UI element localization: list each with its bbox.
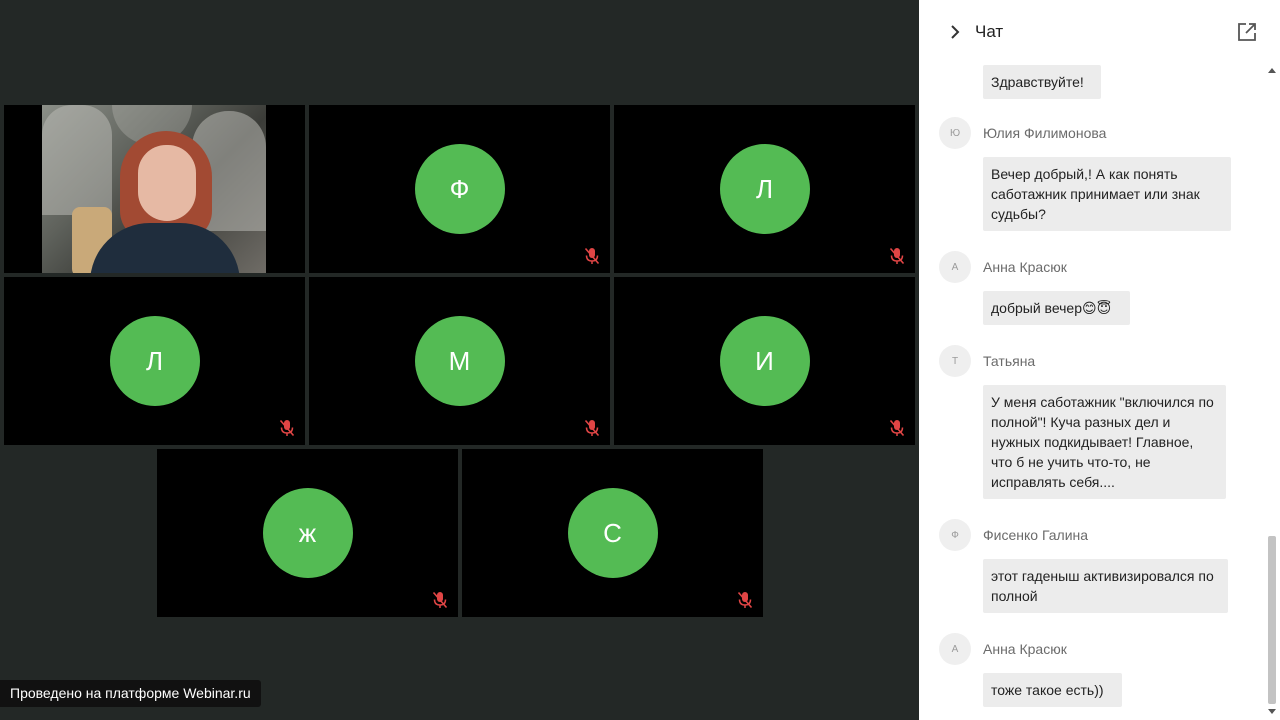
message-bubble: добрый вечер😊😇 bbox=[983, 291, 1130, 325]
video-tile[interactable]: Л bbox=[614, 105, 915, 273]
participant-avatar: И bbox=[719, 316, 810, 406]
scrollbar-thumb[interactable] bbox=[1268, 536, 1276, 704]
sender-name: Анна Красюк bbox=[983, 259, 1067, 275]
video-tile[interactable]: И bbox=[614, 277, 915, 445]
chat-scrollbar[interactable] bbox=[1264, 64, 1280, 720]
video-tile[interactable]: Ф bbox=[309, 105, 610, 273]
participant-avatar: С bbox=[567, 488, 658, 578]
participant-avatar: ж bbox=[262, 488, 353, 578]
participant-avatar: Л bbox=[719, 144, 810, 234]
message-bubble: Вечер добрый,! А как понять саботажник п… bbox=[983, 157, 1231, 231]
sender-avatar: Ю bbox=[939, 117, 971, 149]
mic-muted-icon bbox=[584, 247, 600, 265]
popout-icon[interactable] bbox=[1237, 22, 1257, 42]
chat-messages[interactable]: Здравствуйте! Ю Юлия Филимонова Вечер до… bbox=[919, 64, 1264, 720]
message-bubble: Здравствуйте! bbox=[983, 65, 1101, 99]
chat-panel: Чат Здравствуйте! Ю Юлия Филимонова Вече… bbox=[919, 0, 1280, 720]
sender-name: Татьяна bbox=[983, 353, 1036, 369]
video-tile[interactable]: ж bbox=[157, 449, 458, 617]
chevron-right-icon[interactable] bbox=[947, 24, 963, 40]
video-tile[interactable]: Л bbox=[4, 277, 305, 445]
participant-avatar: М bbox=[414, 316, 505, 406]
scroll-down-arrow-icon[interactable] bbox=[1268, 709, 1276, 714]
sender-avatar: Т bbox=[939, 345, 971, 377]
video-area: Ф Л Л М И ж С Проведено на платформе Web… bbox=[0, 0, 919, 720]
mic-muted-icon bbox=[584, 419, 600, 437]
chat-title: Чат bbox=[975, 22, 1004, 41]
message-bubble: этот гаденыш активизировался по полной bbox=[983, 559, 1228, 613]
video-tile-camera[interactable] bbox=[4, 105, 305, 273]
message-bubble: тоже такое есть)) bbox=[983, 673, 1122, 707]
scroll-up-arrow-icon[interactable] bbox=[1268, 68, 1276, 73]
video-tile[interactable]: С bbox=[462, 449, 763, 617]
mic-muted-icon bbox=[889, 419, 905, 437]
mic-muted-icon bbox=[889, 247, 905, 265]
message-bubble: У меня саботажник "включился по полной"!… bbox=[983, 385, 1226, 499]
participant-avatar: Ф bbox=[414, 144, 505, 234]
sender-name: Фисенко Галина bbox=[983, 527, 1089, 543]
platform-footer-label[interactable]: Проведено на платформе Webinar.ru bbox=[0, 680, 261, 707]
participant-avatar: Л bbox=[109, 316, 200, 406]
sender-avatar: А bbox=[939, 633, 971, 665]
sender-name: Анна Красюк bbox=[983, 641, 1067, 657]
chat-header: Чат bbox=[919, 0, 1280, 64]
mic-muted-icon bbox=[279, 419, 295, 437]
video-tile[interactable]: М bbox=[309, 277, 610, 445]
sender-avatar: Ф bbox=[939, 519, 971, 551]
sender-name: Юлия Филимонова bbox=[983, 125, 1107, 141]
participant-camera-feed bbox=[42, 105, 266, 273]
sender-avatar: А bbox=[939, 251, 971, 283]
mic-muted-icon bbox=[737, 591, 753, 609]
mic-muted-icon bbox=[432, 591, 448, 609]
